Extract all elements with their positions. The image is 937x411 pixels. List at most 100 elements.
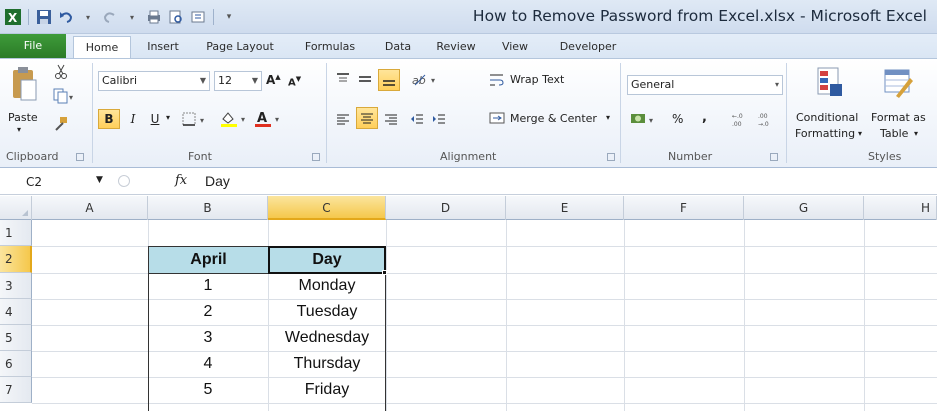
cut-icon[interactable] xyxy=(52,63,70,81)
paste-button[interactable]: Paste xyxy=(8,111,38,124)
increase-decimal-icon[interactable]: ←.0.00 xyxy=(730,109,752,129)
align-top-icon[interactable] xyxy=(334,69,352,89)
tab-home[interactable]: Home xyxy=(73,36,131,58)
row-header-7[interactable]: 7 xyxy=(0,377,32,403)
table-cell-day[interactable]: Thursday xyxy=(268,351,386,377)
align-left-icon[interactable] xyxy=(334,109,352,129)
font-size-combo[interactable]: 12 ▼ xyxy=(214,71,262,91)
table-cell-day[interactable]: Friday xyxy=(268,377,386,403)
wrap-text-icon[interactable] xyxy=(488,71,506,89)
number-launcher-icon[interactable] xyxy=(770,153,778,161)
row-header-5[interactable]: 5 xyxy=(0,325,32,351)
font-launcher-icon[interactable] xyxy=(312,153,320,161)
table-cell-april[interactable]: 3 xyxy=(148,325,268,351)
italic-button[interactable]: I xyxy=(124,109,142,129)
conditional-formatting-icon[interactable] xyxy=(812,63,848,103)
excel-logo-icon[interactable]: X xyxy=(4,8,22,26)
tab-insert[interactable]: Insert xyxy=(140,36,186,58)
conditional-formatting-dropdown-icon[interactable]: ▾ xyxy=(858,129,862,138)
decrease-decimal-icon[interactable]: .00 →.0 xyxy=(756,109,778,129)
undo-icon[interactable] xyxy=(57,8,75,26)
tab-data[interactable]: Data xyxy=(378,36,418,58)
tab-file[interactable]: File xyxy=(0,34,66,58)
number-format-combo[interactable]: General ▾ xyxy=(627,75,783,95)
select-all-corner[interactable] xyxy=(0,196,32,220)
table-header-day[interactable]: Day xyxy=(268,246,386,274)
row-header-6[interactable]: 6 xyxy=(0,351,32,377)
table-cell-day[interactable]: Wednesday xyxy=(268,325,386,351)
tab-formulas[interactable]: Formulas xyxy=(293,36,367,58)
formula-input[interactable]: Day xyxy=(205,173,230,189)
merge-center-icon[interactable] xyxy=(488,109,506,127)
conditional-formatting-line2[interactable]: Formatting xyxy=(795,127,855,140)
print-preview-icon[interactable] xyxy=(167,8,185,26)
column-header-c[interactable]: C xyxy=(268,196,386,220)
column-header-a[interactable]: A xyxy=(32,196,148,220)
redo-icon[interactable] xyxy=(101,8,119,26)
paste-icon[interactable] xyxy=(8,65,40,105)
format-as-table-icon[interactable] xyxy=(880,63,916,103)
format-as-table-line2[interactable]: Table xyxy=(880,127,908,140)
comma-style-button[interactable]: , xyxy=(702,110,707,125)
tab-review[interactable]: Review xyxy=(428,36,484,58)
save-icon[interactable] xyxy=(35,8,53,26)
align-center-icon[interactable] xyxy=(356,107,378,129)
column-header-h[interactable]: H xyxy=(864,196,937,220)
borders-icon[interactable]: ▾ xyxy=(180,109,210,129)
row-header-3[interactable]: 3 xyxy=(0,273,32,299)
align-right-icon[interactable] xyxy=(382,109,400,129)
row-header-1[interactable]: 1 xyxy=(0,220,32,246)
copy-icon[interactable]: ▾ xyxy=(52,87,76,105)
table-cell-april[interactable]: 1 xyxy=(148,273,268,299)
insert-function-button[interactable]: fx xyxy=(175,173,187,188)
name-box[interactable]: C2 xyxy=(2,172,122,192)
clipboard-launcher-icon[interactable] xyxy=(76,153,84,161)
column-header-b[interactable]: B xyxy=(148,196,268,220)
table-header-april[interactable]: April xyxy=(148,246,269,274)
column-header-e[interactable]: E xyxy=(506,196,624,220)
bold-button[interactable]: B xyxy=(98,109,120,129)
orientation-icon[interactable]: ab ▾ xyxy=(410,69,440,89)
wrap-text-button[interactable]: Wrap Text xyxy=(510,73,564,86)
tab-page-layout[interactable]: Page Layout xyxy=(196,36,284,58)
conditional-formatting-line1[interactable]: Conditional xyxy=(796,111,858,124)
column-header-f[interactable]: F xyxy=(624,196,744,220)
tab-developer[interactable]: Developer xyxy=(548,36,628,58)
font-name-combo[interactable]: Calibri ▼ xyxy=(98,71,210,91)
format-painter-icon[interactable] xyxy=(52,115,70,133)
accounting-format-icon[interactable]: ▾ xyxy=(629,109,659,129)
underline-button[interactable]: U xyxy=(146,109,164,129)
row-header-4[interactable]: 4 xyxy=(0,299,32,325)
format-as-table-line1[interactable]: Format as xyxy=(871,111,926,124)
alignment-launcher-icon[interactable] xyxy=(607,153,615,161)
align-bottom-icon[interactable] xyxy=(378,69,400,91)
name-box-dropdown-icon[interactable]: ▼ xyxy=(96,175,103,185)
grow-font-icon[interactable]: A▲ xyxy=(266,73,281,87)
custom-qat-icon[interactable] xyxy=(189,8,207,26)
table-cell-april[interactable]: 4 xyxy=(148,351,268,377)
decrease-indent-icon[interactable] xyxy=(408,109,426,129)
format-as-table-dropdown-icon[interactable]: ▾ xyxy=(914,129,918,138)
table-cell-april[interactable]: 5 xyxy=(148,377,268,403)
merge-dropdown-icon[interactable]: ▾ xyxy=(606,113,610,122)
redo-dropdown-icon[interactable]: ▾ xyxy=(123,8,141,26)
underline-dropdown-icon[interactable]: ▾ xyxy=(166,113,170,122)
font-color-icon[interactable]: A ▾ xyxy=(252,109,284,129)
fill-color-icon[interactable]: ▾ xyxy=(218,109,250,129)
table-cell-day[interactable]: Tuesday xyxy=(268,299,386,325)
row-header-2[interactable]: 2 xyxy=(0,246,32,273)
percent-style-button[interactable]: % xyxy=(672,112,683,126)
print-icon[interactable] xyxy=(145,8,163,26)
customize-qat-icon[interactable]: ▾ xyxy=(220,8,238,26)
merge-center-button[interactable]: Merge & Center xyxy=(510,112,597,125)
column-header-g[interactable]: G xyxy=(744,196,864,220)
paste-dropdown-icon[interactable]: ▾ xyxy=(17,125,21,134)
tab-view[interactable]: View xyxy=(494,36,536,58)
worksheet-grid[interactable]: A B C D E F G H 1 2 3 4 5 6 7 April Day … xyxy=(0,196,937,411)
shrink-font-icon[interactable]: A▼ xyxy=(288,75,301,88)
table-cell-april[interactable]: 2 xyxy=(148,299,268,325)
column-header-d[interactable]: D xyxy=(386,196,506,220)
increase-indent-icon[interactable] xyxy=(430,109,448,129)
undo-dropdown-icon[interactable]: ▾ xyxy=(79,8,97,26)
align-middle-icon[interactable] xyxy=(356,69,374,89)
